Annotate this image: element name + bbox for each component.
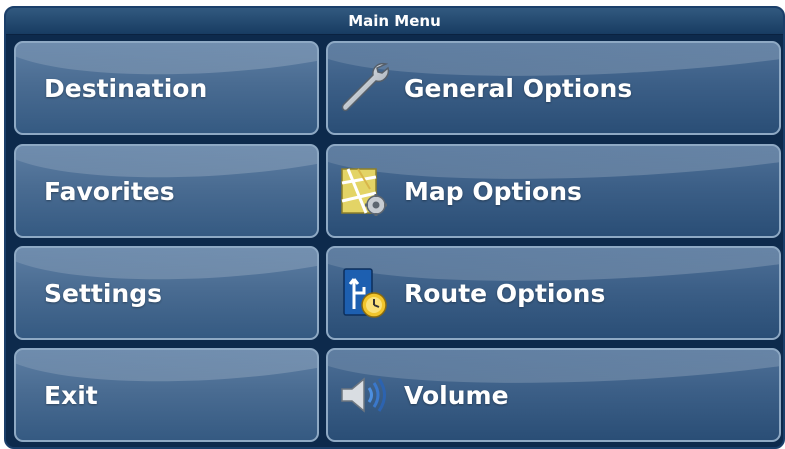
route-options-label: Route Options (404, 278, 606, 308)
general-options-label: General Options (404, 73, 633, 103)
map-options-label: Map Options (404, 176, 582, 206)
title-bar: Main Menu (6, 8, 783, 35)
settings-label: Settings (44, 278, 163, 308)
page-title: Main Menu (348, 12, 441, 30)
speaker-icon (336, 367, 392, 423)
exit-button[interactable]: Exit (14, 348, 319, 442)
volume-label: Volume (404, 380, 509, 410)
main-menu-window: Main Menu Destination Favorites Settings… (4, 6, 785, 449)
route-clock-icon (336, 265, 392, 321)
destination-button[interactable]: Destination (14, 41, 319, 135)
wrench-icon (336, 60, 392, 116)
map-options-button[interactable]: Map Options (326, 144, 781, 238)
settings-button[interactable]: Settings (14, 246, 319, 340)
route-options-button[interactable]: Route Options (326, 246, 781, 340)
exit-label: Exit (44, 380, 98, 410)
favorites-button[interactable]: Favorites (14, 144, 319, 238)
volume-button[interactable]: Volume (326, 348, 781, 442)
general-options-button[interactable]: General Options (326, 41, 781, 135)
map-settings-icon (336, 163, 392, 219)
favorites-label: Favorites (44, 176, 175, 206)
destination-label: Destination (44, 73, 208, 103)
